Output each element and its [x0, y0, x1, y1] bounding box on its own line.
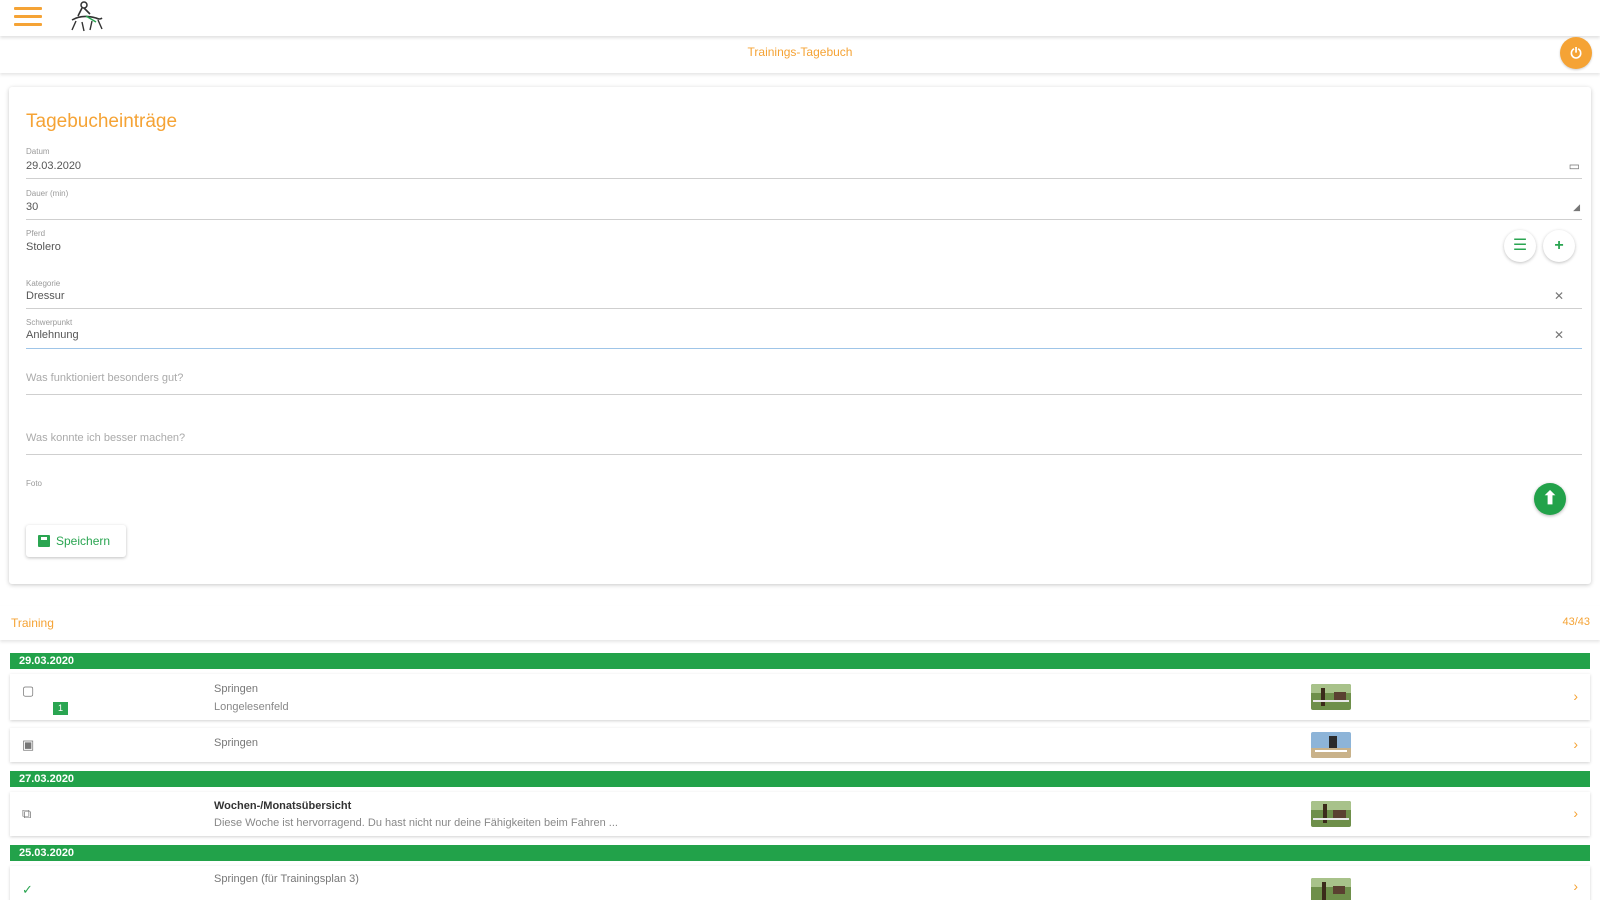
- training-count: 43/43: [1562, 616, 1590, 628]
- hamburger-menu-icon[interactable]: [14, 7, 42, 29]
- chevron-right-icon[interactable]: ›: [1573, 878, 1578, 894]
- training-list-header: Training 43/43: [0, 606, 1600, 640]
- what-to-improve-placeholder[interactable]: Was konnte ich besser machen?: [26, 432, 185, 444]
- what-went-well-underline: [26, 394, 1582, 395]
- date-group-header: 29.03.2020: [10, 653, 1590, 669]
- calendar-check-icon: ▣: [22, 737, 35, 752]
- chevron-right-icon[interactable]: ›: [1573, 688, 1578, 704]
- duration-underline: [26, 219, 1582, 220]
- rider-horse-logo-icon[interactable]: [62, 0, 108, 36]
- focus-field[interactable]: Schwerpunkt Anlehnung ✕: [26, 318, 1582, 351]
- date-group-header: 27.03.2020: [10, 771, 1590, 787]
- entry-thumbnail: [1311, 878, 1351, 900]
- list-item[interactable]: ▣ Springen ›: [10, 728, 1590, 762]
- list-item[interactable]: ⧉ Wochen-/Monatsübersicht Diese Woche is…: [10, 792, 1590, 836]
- horse-value[interactable]: Stolero: [26, 241, 61, 253]
- entry-thumbnail: [1311, 801, 1351, 827]
- power-icon: ⏻: [1570, 45, 1582, 61]
- list-item[interactable]: ✓ Springen (für Trainingsplan 3) ›: [10, 866, 1590, 900]
- category-underline: [26, 308, 1582, 309]
- save-icon: [38, 535, 50, 547]
- what-went-well-field[interactable]: Was funktioniert besonders gut?: [26, 372, 1582, 412]
- resize-handle-icon[interactable]: ◢: [1573, 202, 1580, 213]
- training-list-title: Training: [11, 616, 54, 630]
- focus-underline: [26, 348, 1582, 349]
- entry-title: Wochen-/Monatsübersicht: [214, 800, 352, 812]
- duration-field[interactable]: Dauer (min) 30 ◢: [26, 189, 1582, 222]
- form-title: Tagebucheinträge: [26, 111, 178, 132]
- duration-value[interactable]: 30: [26, 201, 38, 213]
- gallery-icon: ⧉: [22, 806, 32, 821]
- power-button[interactable]: ⏻: [1560, 37, 1592, 69]
- calendar-icon[interactable]: ▭: [1569, 159, 1580, 173]
- chevron-right-icon[interactable]: ›: [1573, 805, 1578, 821]
- date-group-header: 25.03.2020: [10, 845, 1590, 861]
- add-horse-button[interactable]: +: [1543, 230, 1575, 262]
- upload-photo-button[interactable]: ⬆: [1534, 483, 1566, 515]
- entry-title: Springen: [214, 737, 259, 749]
- focus-value[interactable]: Anlehnung: [26, 329, 79, 341]
- list-icon: ☰: [1512, 237, 1528, 254]
- entry-title: Springen (für Trainingsplan 3): [214, 873, 359, 885]
- photo-field: Foto: [26, 479, 43, 488]
- what-to-improve-underline: [26, 454, 1582, 455]
- category-value[interactable]: Dressur: [26, 290, 65, 302]
- chevron-right-icon[interactable]: ›: [1573, 736, 1578, 752]
- count-badge: 1: [53, 702, 68, 715]
- diary-entry-form: Tagebucheinträge Datum 29.03.2020 ▭ Daue…: [9, 87, 1591, 584]
- category-field[interactable]: Kategorie Dressur ✕: [26, 279, 1582, 312]
- date-field[interactable]: Datum 29.03.2020 ▭: [26, 147, 1582, 180]
- calendar-icon: ▢: [22, 683, 35, 698]
- top-app-bar: [0, 0, 1600, 36]
- entry-title: Springen: [214, 683, 259, 695]
- page-title: Trainings-Tagebuch: [747, 45, 853, 59]
- list-item[interactable]: ▢ 1 Springen Longelesenfeld ›: [10, 674, 1590, 720]
- clear-category-icon[interactable]: ✕: [1554, 289, 1564, 303]
- what-went-well-placeholder[interactable]: Was funktioniert besonders gut?: [26, 372, 183, 384]
- horse-field[interactable]: Pferd Stolero: [26, 229, 1582, 259]
- horse-list-button[interactable]: ☰: [1504, 230, 1536, 262]
- entry-thumbnail: [1311, 732, 1351, 758]
- check-circle-icon: ✓: [22, 882, 33, 897]
- upload-icon: ⬆: [1542, 488, 1558, 508]
- entry-subtitle: Longelesenfeld: [214, 701, 289, 713]
- clear-focus-icon[interactable]: ✕: [1554, 328, 1564, 342]
- entry-thumbnail: [1311, 684, 1351, 710]
- date-value[interactable]: 29.03.2020: [26, 160, 81, 172]
- date-underline: [26, 178, 1582, 179]
- save-button[interactable]: Speichern: [26, 525, 126, 557]
- what-to-improve-field[interactable]: Was konnte ich besser machen?: [26, 432, 1582, 472]
- plus-icon: +: [1554, 237, 1564, 254]
- entry-subtitle: Diese Woche ist hervorragend. Du hast ni…: [214, 817, 618, 829]
